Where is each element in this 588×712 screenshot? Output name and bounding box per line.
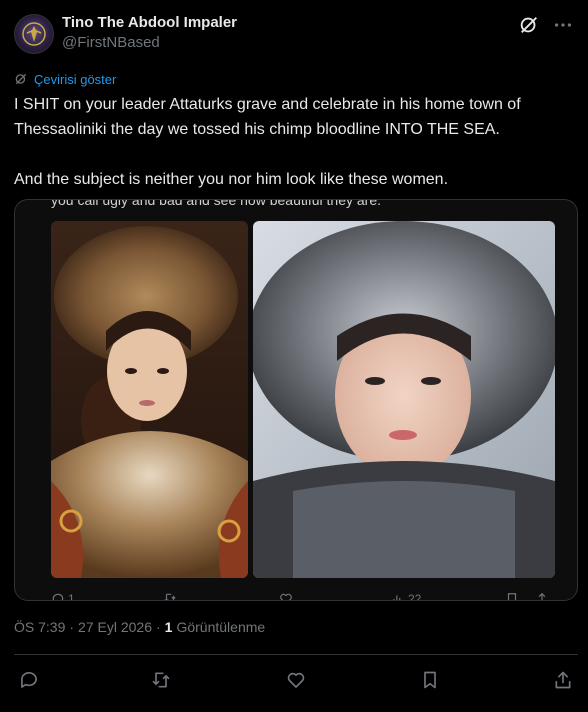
quoted-actions: 1 22 bbox=[51, 592, 561, 601]
views-count: 1 bbox=[164, 619, 173, 635]
share-icon bbox=[538, 592, 546, 600]
retweet-icon bbox=[152, 672, 170, 688]
quoted-retweet[interactable] bbox=[163, 592, 177, 600]
display-name[interactable]: Tino The Abdool Impaler bbox=[62, 14, 237, 31]
like-icon bbox=[280, 593, 292, 600]
tweet-header: Tino The Abdool Impaler @FirstNBased bbox=[14, 12, 574, 56]
more-icon[interactable] bbox=[552, 14, 574, 36]
views-icon bbox=[393, 595, 401, 600]
meta-separator-2: · bbox=[156, 619, 161, 635]
tweet-date[interactable]: 27 Eyl 2026 bbox=[78, 619, 152, 635]
user-handle[interactable]: @FirstNBased bbox=[62, 34, 160, 51]
tweet-time[interactable]: ÖS 7:39 bbox=[14, 619, 65, 635]
quoted-bookmark[interactable] bbox=[505, 592, 519, 600]
quoted-share[interactable] bbox=[535, 592, 549, 600]
share-icon bbox=[555, 671, 571, 689]
grok-icon[interactable] bbox=[518, 14, 540, 36]
share-button[interactable] bbox=[550, 667, 576, 693]
translate-link[interactable]: Çevirisi göster bbox=[14, 70, 116, 88]
bookmark-button[interactable] bbox=[417, 667, 443, 693]
views-label: Görüntülenme bbox=[176, 619, 266, 635]
like-icon bbox=[287, 672, 305, 688]
reply-icon bbox=[21, 671, 37, 688]
divider bbox=[14, 654, 578, 655]
reply-button[interactable] bbox=[16, 667, 42, 693]
avatar-emblem-icon bbox=[22, 22, 46, 46]
bookmark-icon bbox=[507, 593, 517, 600]
photo-woman-fur-hat-left[interactable] bbox=[51, 221, 248, 578]
translate-label: Çevirisi göster bbox=[34, 71, 117, 87]
quoted-like[interactable] bbox=[279, 592, 293, 600]
quoted-cropped-text: you call ugly and bad and see how beauti… bbox=[51, 199, 382, 208]
quoted-reply-count: 1 bbox=[68, 592, 75, 601]
retweet-icon bbox=[164, 593, 176, 600]
translate-icon bbox=[15, 73, 27, 85]
retweet-button[interactable] bbox=[148, 667, 174, 693]
like-button[interactable] bbox=[283, 667, 309, 693]
tweet-actions bbox=[14, 667, 578, 693]
meta-separator: · bbox=[69, 619, 75, 635]
reply-icon bbox=[52, 593, 64, 600]
quoted-media-card[interactable]: you call ugly and bad and see how beauti… bbox=[14, 199, 578, 601]
quoted-reply[interactable]: 1 bbox=[51, 592, 75, 601]
quoted-views[interactable]: 22 bbox=[391, 592, 422, 601]
quoted-view-count: 22 bbox=[408, 592, 422, 601]
tweet-meta: ÖS 7:39 · 27 Eyl 2026 · 1 Görüntülenme bbox=[14, 619, 265, 635]
avatar[interactable] bbox=[14, 14, 54, 54]
tweet-text: I SHIT on your leader Attaturks grave an… bbox=[14, 96, 521, 188]
bookmark-icon bbox=[424, 671, 436, 689]
photo-woman-frosted-hat-right[interactable] bbox=[253, 221, 555, 578]
